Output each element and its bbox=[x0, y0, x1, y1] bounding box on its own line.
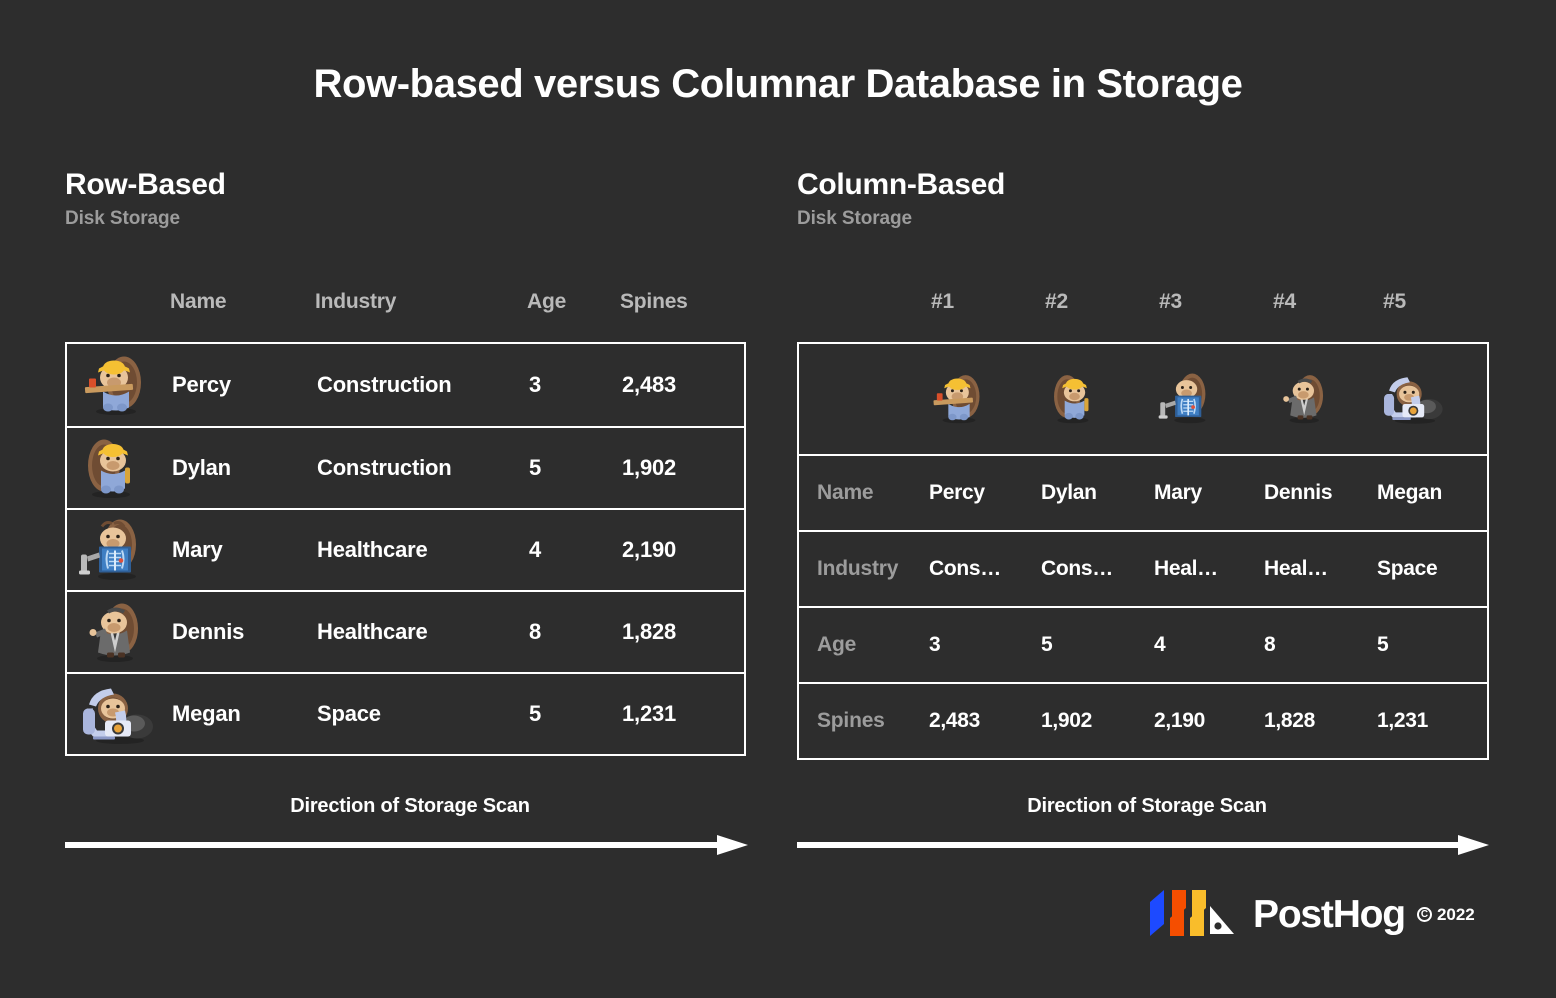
scan-arrow-icon bbox=[65, 834, 755, 861]
scan-label: Direction of Storage Scan bbox=[1027, 795, 1267, 817]
cell-age-5: 5 bbox=[1377, 633, 1389, 656]
column-header-3: #3 bbox=[1159, 290, 1182, 313]
column-based-table: Name Percy Dylan Mary Dennis Megan Indus… bbox=[797, 342, 1489, 760]
cell-name-3: Mary bbox=[1154, 481, 1202, 504]
table-row: Dennis Healthcare 8 1,828 bbox=[67, 590, 744, 672]
row-label-name: Name bbox=[817, 481, 874, 504]
copyright-notice: C 2022 bbox=[1416, 904, 1475, 925]
row-based-heading: Row-Based bbox=[65, 168, 226, 201]
hedgehog-healthcare-xray-icon bbox=[77, 515, 155, 586]
cell-spines: 1,828 bbox=[622, 619, 677, 644]
cell-industry: Space bbox=[317, 701, 381, 726]
hedgehog-astronaut-icon bbox=[1379, 369, 1451, 430]
column-header-name: Name bbox=[170, 290, 227, 313]
cell-spines: 1,231 bbox=[622, 701, 677, 726]
cell-industry-2: Cons… bbox=[1041, 557, 1114, 580]
row-based-panel: Row-Based Disk Storage Name Industry Age… bbox=[65, 168, 755, 756]
cell-age-3: 4 bbox=[1154, 633, 1166, 656]
cell-spines-3: 2,190 bbox=[1154, 709, 1206, 732]
cell-industry-5: Space bbox=[1377, 557, 1438, 580]
row-label-industry: Industry bbox=[817, 557, 899, 580]
cell-spines-4: 1,828 bbox=[1264, 709, 1316, 732]
cell-industry: Construction bbox=[317, 455, 452, 480]
hedgehog-detective-icon bbox=[1273, 369, 1337, 430]
row-based-column-headers: Name Industry Age Spines bbox=[65, 290, 755, 330]
cell-name-1: Percy bbox=[929, 481, 985, 504]
cell-spines: 1,902 bbox=[622, 455, 677, 480]
copyright-icon: C bbox=[1416, 907, 1432, 922]
row-label-age: Age bbox=[817, 633, 857, 656]
column-based-column-headers: #1 #2 #3 #4 #5 bbox=[797, 290, 1497, 330]
cell-industry-3: Heal… bbox=[1154, 557, 1218, 580]
column-based-heading: Column-Based bbox=[797, 168, 1006, 201]
cell-name-2: Dylan bbox=[1041, 481, 1097, 504]
cell-industry-1: Cons… bbox=[929, 557, 1002, 580]
column-based-panel: Column-Based Disk Storage #1 #2 #3 #4 #5 bbox=[797, 168, 1497, 760]
cell-spines: 2,483 bbox=[622, 372, 677, 397]
cell-age: 5 bbox=[529, 455, 542, 480]
table-row: Mary Healthcare 4 2,190 bbox=[67, 508, 744, 590]
copyright-year: 2022 bbox=[1436, 904, 1475, 924]
cell-industry: Healthcare bbox=[317, 537, 428, 562]
row-based-table: Percy Construction 3 2,483 Dylan Constru… bbox=[65, 342, 746, 756]
scan-label: Direction of Storage Scan bbox=[290, 795, 530, 817]
cell-name: Megan bbox=[172, 701, 241, 726]
cell-age-2: 5 bbox=[1041, 633, 1053, 656]
hedgehog-detective-icon bbox=[77, 597, 155, 668]
column-based-scan-direction: Direction of Storage Scan bbox=[797, 795, 1497, 861]
column-row-spines: Spines 2,483 1,902 2,190 1,828 1,231 bbox=[799, 682, 1487, 758]
cell-spines: 2,190 bbox=[622, 537, 677, 562]
column-header-2: #2 bbox=[1045, 290, 1068, 313]
page-title: Row-based versus Columnar Database in St… bbox=[313, 62, 1243, 106]
hedgehog-astronaut-icon bbox=[77, 679, 163, 750]
column-header-industry: Industry bbox=[315, 290, 397, 313]
cell-name: Mary bbox=[172, 537, 223, 562]
hedgehog-construction-plank-icon bbox=[927, 369, 991, 430]
cell-age: 5 bbox=[529, 701, 542, 726]
cell-industry-4: Heal… bbox=[1264, 557, 1328, 580]
cell-age: 4 bbox=[529, 537, 542, 562]
row-based-subheading: Disk Storage bbox=[65, 208, 180, 229]
cell-name: Dennis bbox=[172, 619, 245, 644]
cell-name: Percy bbox=[172, 372, 231, 397]
table-row: Dylan Construction 5 1,902 bbox=[67, 426, 744, 508]
column-header-5: #5 bbox=[1383, 290, 1406, 313]
table-row: Percy Construction 3 2,483 bbox=[67, 344, 744, 426]
scan-arrow-icon bbox=[797, 834, 1497, 861]
column-header-spines: Spines bbox=[620, 290, 688, 313]
column-header-1: #1 bbox=[931, 290, 954, 313]
hedgehog-construction-plank-icon bbox=[77, 350, 155, 421]
infographic-canvas: Row-based versus Columnar Database in St… bbox=[0, 0, 1556, 998]
row-label-spines: Spines bbox=[817, 709, 885, 732]
posthog-wordmark: PostHog bbox=[1253, 892, 1406, 936]
cell-name-5: Megan bbox=[1377, 481, 1443, 504]
row-based-scan-direction: Direction of Storage Scan bbox=[65, 795, 755, 861]
cell-name: Dylan bbox=[172, 455, 231, 480]
hedgehog-construction-hardhat-icon bbox=[77, 433, 155, 504]
cell-spines-5: 1,231 bbox=[1377, 709, 1429, 732]
cell-spines-2: 1,902 bbox=[1041, 709, 1093, 732]
cell-spines-1: 2,483 bbox=[929, 709, 981, 732]
avatar-row bbox=[799, 344, 1487, 454]
column-row-name: Name Percy Dylan Mary Dennis Megan bbox=[799, 454, 1487, 530]
cell-industry: Construction bbox=[317, 372, 452, 397]
cell-age: 3 bbox=[529, 372, 542, 397]
column-row-industry: Industry Cons… Cons… Heal… Heal… Space bbox=[799, 530, 1487, 606]
hedgehog-construction-hardhat-icon bbox=[1045, 369, 1109, 430]
cell-name-4: Dennis bbox=[1264, 481, 1333, 504]
column-header-age: Age bbox=[527, 290, 567, 313]
posthog-logo: PostHog C 2022 bbox=[1148, 888, 1475, 941]
posthog-mark-icon bbox=[1148, 888, 1240, 941]
cell-industry: Healthcare bbox=[317, 619, 428, 644]
column-row-age: Age 3 5 4 8 5 bbox=[799, 606, 1487, 682]
cell-age: 8 bbox=[529, 619, 542, 644]
cell-age-1: 3 bbox=[929, 633, 941, 656]
column-based-subheading: Disk Storage bbox=[797, 208, 912, 229]
table-row: Megan Space 5 1,231 bbox=[67, 672, 744, 754]
column-header-4: #4 bbox=[1273, 290, 1296, 313]
cell-age-4: 8 bbox=[1264, 633, 1276, 656]
hedgehog-healthcare-xray-icon bbox=[1157, 369, 1221, 430]
